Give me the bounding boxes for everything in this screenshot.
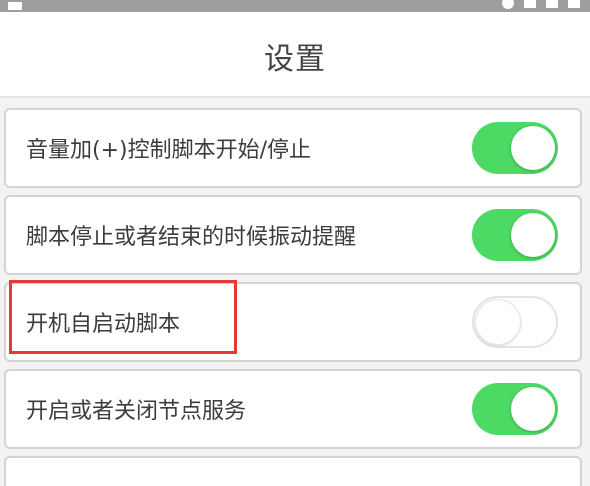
toggle-knob — [511, 213, 555, 257]
page-title: 设置 — [264, 42, 326, 77]
setting-label: 开启或者关闭节点服务 — [26, 399, 247, 424]
alarm-icon — [502, 0, 514, 9]
toggle-switch[interactable] — [472, 209, 558, 261]
setting-row-partial — [4, 456, 582, 486]
wifi-icon — [524, 0, 536, 8]
toggle-knob — [475, 299, 521, 345]
toggle-switch[interactable] — [472, 383, 558, 435]
header: 设置 — [0, 12, 590, 98]
setting-row-autostart[interactable]: 开机自启动脚本 — [4, 282, 582, 362]
status-bar — [0, 0, 590, 12]
setting-label: 音量加(+)控制脚本开始/停止 — [26, 138, 312, 163]
toggle-knob — [511, 126, 555, 170]
notification-icon — [8, 2, 22, 10]
status-icons — [502, 0, 580, 9]
setting-row-vibrate-on-stop[interactable]: 脚本停止或者结束的时候振动提醒 — [4, 195, 582, 275]
toggle-knob — [511, 387, 555, 431]
setting-label: 开机自启动脚本 — [26, 312, 181, 337]
battery-icon — [568, 0, 580, 8]
setting-row-node-service[interactable]: 开启或者关闭节点服务 — [4, 369, 582, 449]
setting-row-volume-control[interactable]: 音量加(+)控制脚本开始/停止 — [4, 108, 582, 188]
signal-icon — [546, 0, 558, 8]
setting-label: 脚本停止或者结束的时候振动提醒 — [26, 225, 357, 250]
toggle-switch[interactable] — [472, 296, 558, 348]
toggle-switch[interactable] — [472, 122, 558, 174]
